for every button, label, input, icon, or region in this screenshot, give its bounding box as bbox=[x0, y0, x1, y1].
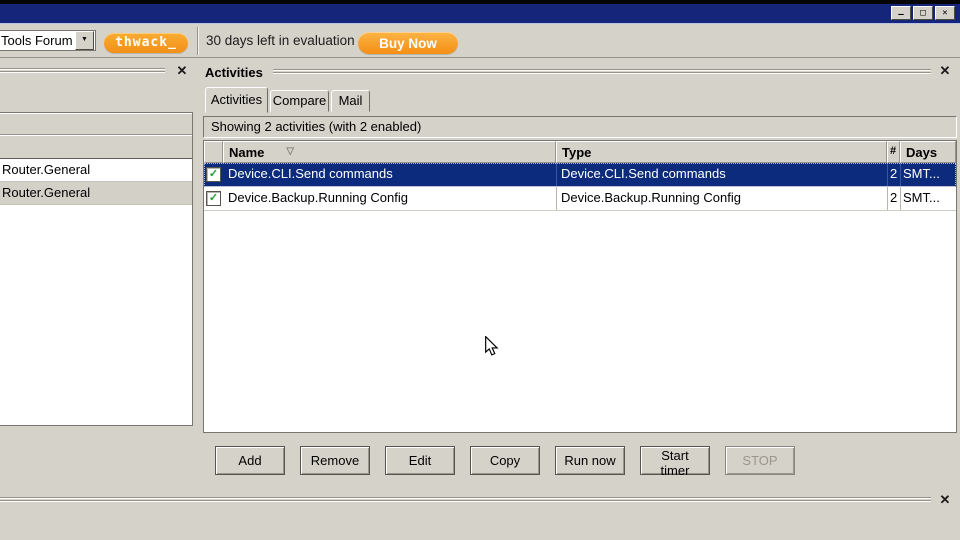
activities-table: Name ▽ Type # Days ✓ Device.CLI.Send com… bbox=[203, 140, 957, 433]
activity-days: SMT... bbox=[900, 163, 956, 186]
mouse-cursor bbox=[485, 336, 499, 356]
tab-activities[interactable]: Activities bbox=[205, 87, 268, 113]
buy-now-button[interactable]: Buy Now bbox=[358, 32, 458, 54]
stop-button: STOP bbox=[725, 446, 795, 475]
left-list-column-header[interactable] bbox=[0, 135, 192, 159]
count-column-header[interactable]: # bbox=[887, 141, 900, 163]
row-checkbox-cell: ✓ bbox=[204, 163, 223, 186]
add-button[interactable]: Add bbox=[215, 446, 285, 475]
name-column-label: Name bbox=[229, 145, 265, 160]
chevron-down-icon[interactable]: ▼ bbox=[75, 31, 94, 50]
edit-button[interactable]: Edit bbox=[385, 446, 455, 475]
left-panel-grip[interactable] bbox=[0, 68, 165, 74]
start-timer-button[interactable]: Start timer bbox=[640, 446, 710, 478]
checkbox-checked-icon[interactable]: ✓ bbox=[206, 191, 221, 206]
evaluation-days-text: 30 days left in evaluation bbox=[206, 33, 355, 48]
activity-type: Device.Backup.Running Config bbox=[556, 187, 887, 210]
activities-panel-title: Activities bbox=[205, 65, 263, 80]
activity-days: SMT... bbox=[900, 187, 956, 210]
copy-button[interactable]: Copy bbox=[470, 446, 540, 475]
maximize-icon: □ bbox=[920, 8, 926, 18]
activity-name: Device.Backup.Running Config bbox=[228, 190, 408, 205]
checkbox-column-header[interactable] bbox=[204, 141, 223, 163]
forum-combobox[interactable]: Tools Forum ▼ bbox=[0, 30, 96, 51]
activity-name: Device.CLI.Send commands bbox=[228, 166, 393, 181]
table-row[interactable]: ✓ Device.CLI.Send commands Device.CLI.Se… bbox=[204, 163, 956, 187]
bottom-panel-grip[interactable] bbox=[0, 497, 931, 503]
activities-panel-close-icon[interactable]: ✕ bbox=[937, 63, 953, 79]
activity-count: 2 bbox=[887, 163, 900, 186]
window-controls: — □ ✕ bbox=[891, 6, 955, 20]
table-header-row: Name ▽ Type # Days bbox=[204, 141, 956, 163]
maximize-button[interactable]: □ bbox=[913, 6, 933, 20]
left-panel-close-icon[interactable]: ✕ bbox=[174, 63, 190, 79]
thwack-button[interactable]: thwack_ bbox=[104, 33, 188, 53]
tab-mail[interactable]: Mail bbox=[331, 90, 370, 112]
list-item[interactable]: Router.General bbox=[0, 159, 192, 182]
toolbar-separator bbox=[197, 27, 199, 55]
app-window: — □ ✕ Tools Forum ▼ thwack_ 30 days left… bbox=[0, 0, 960, 540]
list-item[interactable]: Router.General bbox=[0, 182, 192, 205]
tab-compare[interactable]: Compare bbox=[270, 90, 329, 112]
sort-descending-icon: ▽ bbox=[286, 146, 295, 157]
activities-button-row: Add Remove Edit Copy Run now Start timer… bbox=[215, 446, 795, 478]
days-column-header[interactable]: Days bbox=[900, 141, 956, 163]
type-column-header[interactable]: Type bbox=[556, 141, 887, 163]
close-button[interactable]: ✕ bbox=[935, 6, 955, 20]
left-device-list: Router.General Router.General bbox=[0, 112, 193, 426]
left-list-toolbar bbox=[0, 113, 192, 135]
type-column-label: Type bbox=[562, 145, 592, 160]
row-checkbox-cell: ✓ bbox=[204, 187, 223, 210]
name-column-header[interactable]: Name ▽ bbox=[223, 141, 556, 163]
checkbox-checked-icon[interactable]: ✓ bbox=[206, 167, 221, 182]
close-icon: ✕ bbox=[942, 8, 948, 18]
bottom-panel-close-icon[interactable]: ✕ bbox=[937, 492, 953, 508]
remove-button[interactable]: Remove bbox=[300, 446, 370, 475]
activities-status-text: Showing 2 activities (with 2 enabled) bbox=[203, 116, 957, 138]
minimize-button[interactable]: — bbox=[891, 6, 911, 20]
run-now-button[interactable]: Run now bbox=[555, 446, 625, 475]
table-row[interactable]: ✓ Device.Backup.Running Config Device.Ba… bbox=[204, 187, 956, 211]
activity-count: 2 bbox=[887, 187, 900, 210]
forum-combobox-value: Tools Forum bbox=[1, 33, 73, 48]
toolbar: Tools Forum ▼ thwack_ 30 days left in ev… bbox=[0, 24, 960, 58]
title-bar[interactable]: — □ ✕ bbox=[0, 4, 960, 24]
activity-type: Device.CLI.Send commands bbox=[556, 163, 887, 186]
minimize-icon: — bbox=[898, 10, 904, 20]
activities-panel-grip[interactable] bbox=[273, 69, 931, 75]
